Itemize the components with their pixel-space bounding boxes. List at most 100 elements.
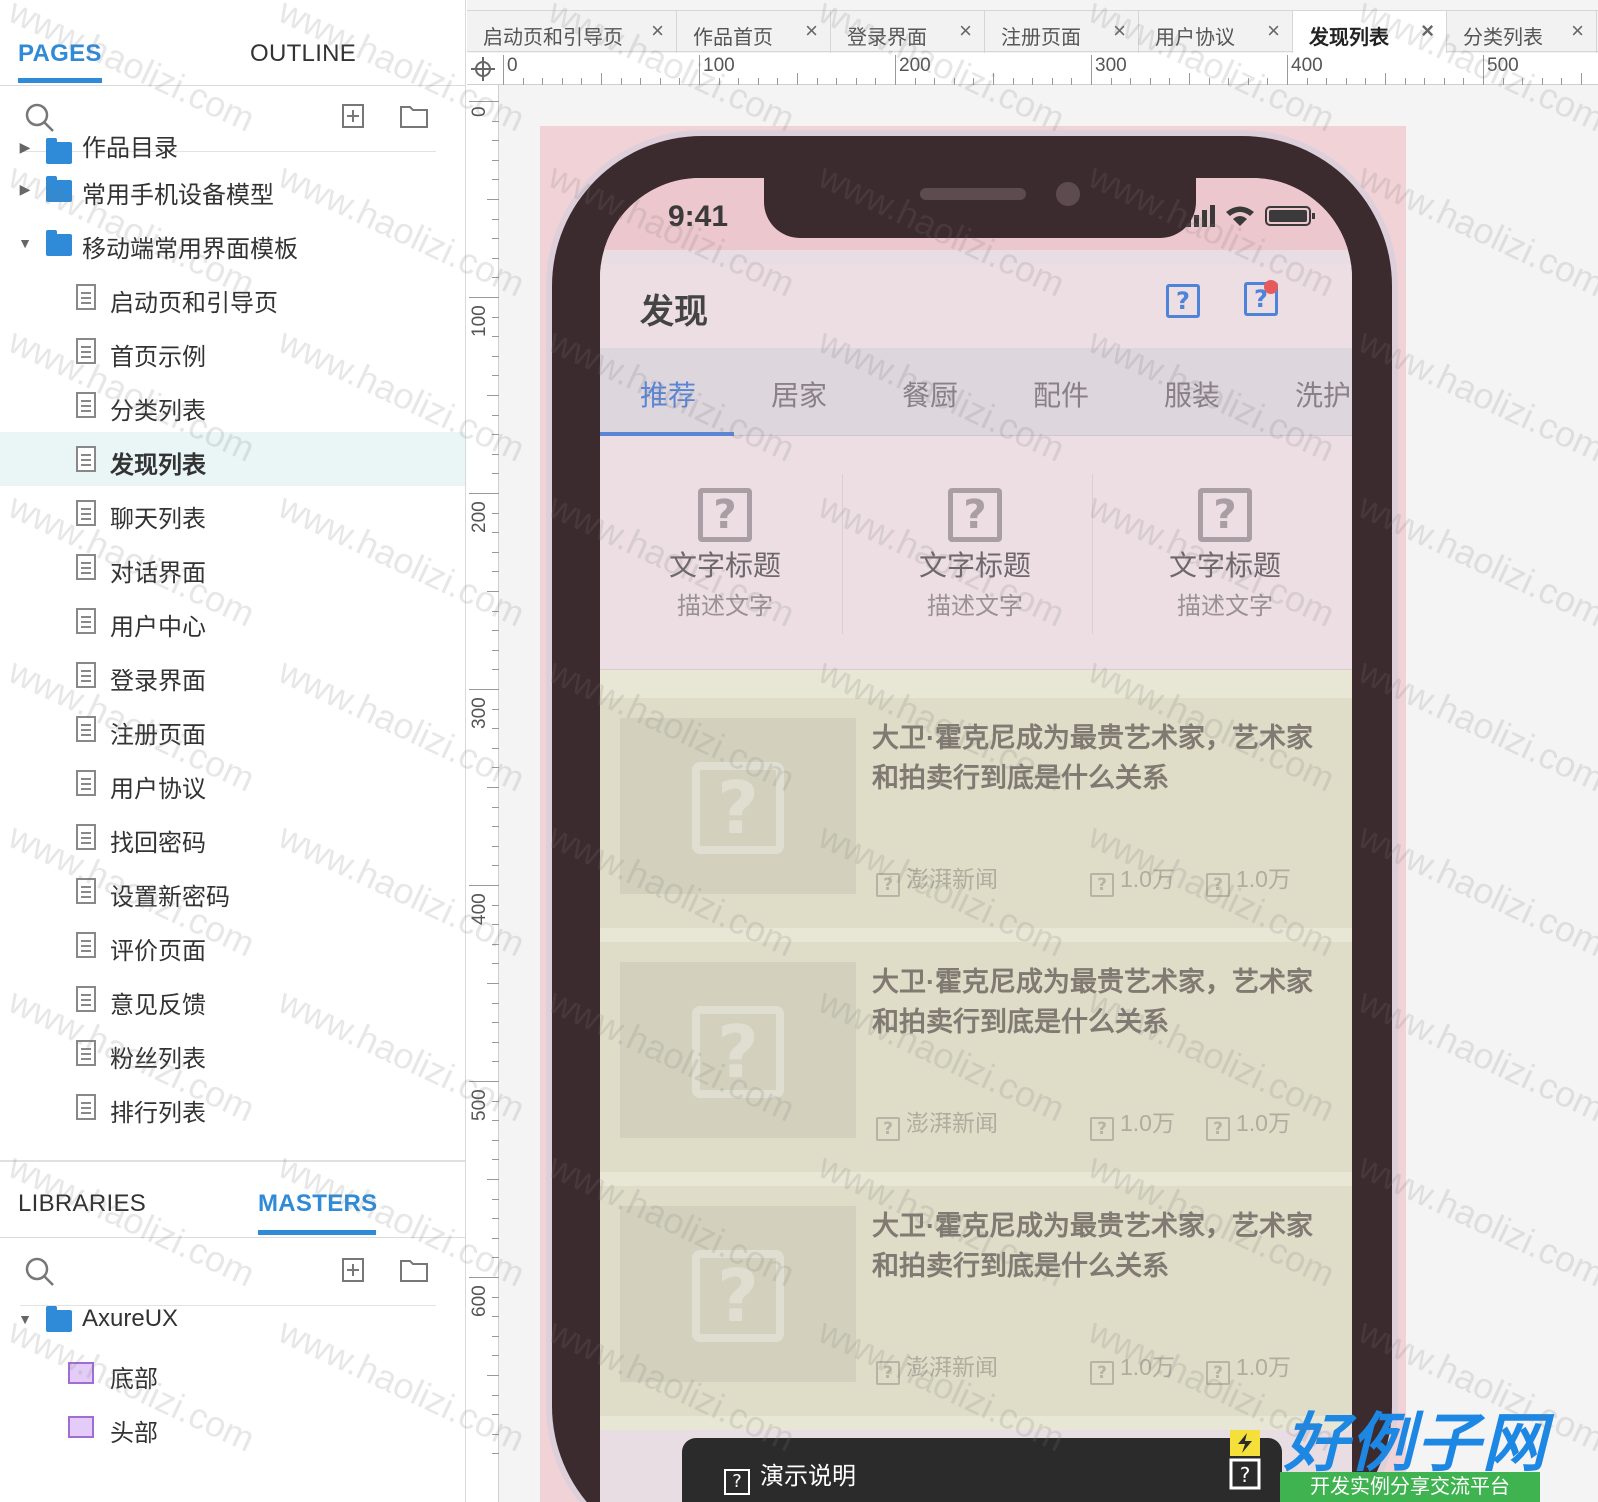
- page-item[interactable]: 登录界面: [0, 648, 465, 702]
- page-item[interactable]: 启动页和引导页: [0, 270, 465, 324]
- news-item[interactable]: ? 大卫·霍克尼成为最贵艺术家，艺术家和拍卖行到底是什么关系? 澎湃新闻? 1.0万?…: [600, 942, 1352, 1172]
- ruler-tick: [1247, 78, 1249, 85]
- page-item[interactable]: 首页示例: [0, 324, 465, 378]
- tab-masters[interactable]: MASTERS: [258, 1190, 377, 1218]
- ruler-tick: [492, 1100, 499, 1102]
- page-icon: [76, 1094, 96, 1120]
- close-tab-icon[interactable]: ×: [805, 18, 818, 44]
- close-tab-icon[interactable]: ×: [1421, 18, 1434, 44]
- page-item[interactable]: 找回密码: [0, 810, 465, 864]
- master-icon: [68, 1362, 94, 1384]
- page-item[interactable]: 注册页面: [0, 702, 465, 756]
- page-icon: [76, 500, 96, 526]
- document-tab[interactable]: 发现列表 ×: [1293, 11, 1447, 53]
- collapse-arrow-icon[interactable]: ▶: [18, 139, 32, 155]
- ruler-tick: [659, 78, 661, 85]
- news-item[interactable]: ? 大卫·霍克尼成为最贵艺术家，艺术家和拍卖行到底是什么关系? 澎湃新闻? 1.0万?…: [600, 698, 1352, 928]
- page-item[interactable]: 粉丝列表: [0, 1026, 465, 1080]
- close-tab-icon[interactable]: ×: [1113, 18, 1126, 44]
- add-page-icon[interactable]: [342, 104, 364, 128]
- ruler-tick: [492, 1061, 499, 1063]
- document-tab-label: 作品首页: [693, 27, 773, 49]
- ruler-tick: [492, 512, 499, 514]
- ruler-tick: [1071, 78, 1073, 85]
- status-icons: [1186, 205, 1315, 227]
- tab-libraries[interactable]: LIBRARIES: [18, 1190, 146, 1218]
- news-thumbnail: ?: [620, 962, 856, 1138]
- page-item[interactable]: 分类列表: [0, 378, 465, 432]
- category-tab[interactable]: 居家: [771, 374, 827, 414]
- category-tab[interactable]: 推荐: [640, 374, 696, 414]
- master-item[interactable]: 底部: [0, 1346, 465, 1400]
- document-tab[interactable]: 注册页面 ×: [985, 11, 1139, 53]
- likes-icon: ?: [1206, 1117, 1230, 1141]
- tab-pages[interactable]: PAGES: [18, 40, 102, 68]
- demo-notes-panel[interactable]: ? 演示说明 ?: [682, 1430, 1282, 1502]
- crosshair-icon[interactable]: [471, 57, 495, 81]
- help-icon[interactable]: ?: [1166, 284, 1200, 318]
- category-tab[interactable]: 洗护: [1295, 374, 1351, 414]
- folder-item[interactable]: ▶ 常用手机设备模型: [0, 162, 465, 216]
- ruler-tick: [1365, 78, 1367, 85]
- folder-item[interactable]: ▶ 作品目录: [0, 135, 465, 164]
- feature-item[interactable]: ? 文字标题 描述文字: [850, 436, 1100, 670]
- document-tab[interactable]: 登录界面 ×: [831, 11, 985, 53]
- news-views-count: 1.0万: [1120, 1110, 1175, 1136]
- folder-item[interactable]: ▼ AxureUX: [0, 1292, 465, 1346]
- ruler-tick: [993, 73, 994, 85]
- news-thumbnail: ?: [620, 718, 856, 894]
- tree-item-label: 头部: [110, 1420, 158, 1447]
- collapse-arrow-icon[interactable]: ▶: [18, 181, 32, 197]
- document-tab[interactable]: 作品首页 ×: [677, 11, 831, 53]
- expand-arrow-icon[interactable]: ▼: [18, 1311, 32, 1327]
- page-item[interactable]: 排行列表: [0, 1080, 465, 1134]
- document-tab[interactable]: 用户协议 ×: [1139, 11, 1293, 53]
- close-tab-icon[interactable]: ×: [1571, 18, 1584, 44]
- close-tab-icon[interactable]: ×: [1267, 18, 1280, 44]
- folder-item[interactable]: ▼ 移动端常用界面模板: [0, 216, 465, 270]
- feature-divider: [842, 474, 843, 634]
- page-item[interactable]: 设置新密码: [0, 864, 465, 918]
- page-item[interactable]: 意见反馈: [0, 972, 465, 1026]
- page-item[interactable]: 用户中心: [0, 594, 465, 648]
- feature-item[interactable]: ? 文字标题 描述文字: [600, 436, 850, 670]
- category-tab[interactable]: 配件: [1033, 374, 1089, 414]
- document-tab-label: 登录界面: [847, 27, 927, 49]
- page-item[interactable]: 评价页面: [0, 918, 465, 972]
- page-item[interactable]: 聊天列表: [0, 486, 465, 540]
- ruler-tick: [561, 78, 563, 85]
- add-folder-icon[interactable]: [400, 1258, 428, 1282]
- feature-item[interactable]: ? 文字标题 描述文字: [1100, 436, 1350, 670]
- page-icon: [76, 824, 96, 850]
- ruler-tick: [492, 1139, 499, 1141]
- page-item[interactable]: 用户协议: [0, 756, 465, 810]
- ruler-tick: [1012, 78, 1014, 85]
- category-tab[interactable]: 服装: [1164, 374, 1220, 414]
- tree-item-label: 启动页和引导页: [110, 290, 278, 317]
- news-likes: ? 1.0万: [1206, 1104, 1291, 1141]
- close-tab-icon[interactable]: ×: [959, 18, 972, 44]
- search-icon[interactable]: [24, 1256, 56, 1288]
- nav-bar: 发现 ? ?: [600, 264, 1352, 348]
- add-master-icon[interactable]: [342, 1258, 364, 1282]
- master-item[interactable]: 头部: [0, 1400, 465, 1454]
- document-tab[interactable]: 启动页和引导页 ×: [467, 11, 677, 53]
- add-folder-icon[interactable]: [400, 104, 428, 128]
- lightning-help-icon[interactable]: ?: [1228, 1430, 1262, 1500]
- expand-arrow-icon[interactable]: ▼: [18, 235, 32, 251]
- libraries-masters-tabs: LIBRARIES MASTERS: [0, 1162, 465, 1238]
- source-icon: ?: [876, 1117, 900, 1141]
- tab-outline[interactable]: OUTLINE: [250, 40, 356, 68]
- document-tab[interactable]: 分类列表 ×: [1447, 11, 1597, 53]
- pages-outline-tabs: PAGES OUTLINE: [0, 0, 465, 86]
- close-tab-icon[interactable]: ×: [651, 18, 664, 44]
- news-item[interactable]: ? 大卫·霍克尼成为最贵艺术家，艺术家和拍卖行到底是什么关系? 澎湃新闻? 1.0万?…: [600, 1186, 1352, 1416]
- ruler-tick: [492, 904, 499, 906]
- page-icon: [76, 770, 96, 796]
- search-icon[interactable]: [24, 102, 56, 134]
- category-tab[interactable]: 餐厨: [902, 374, 958, 414]
- ruler-label: 200: [469, 501, 490, 533]
- page-item[interactable]: 对话界面: [0, 540, 465, 594]
- page-item[interactable]: 发现列表: [0, 432, 465, 486]
- ruler-tick: [914, 78, 916, 85]
